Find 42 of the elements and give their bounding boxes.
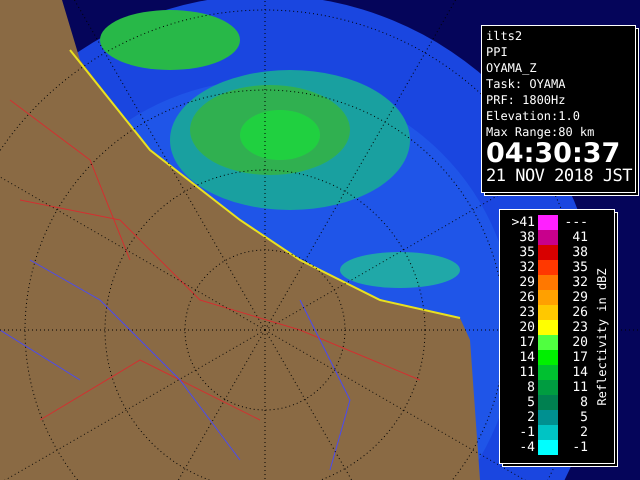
- legend-high-value: 5: [579, 410, 589, 425]
- info-line: Elevation:1.0: [486, 108, 581, 124]
- legend-high-value: 23: [571, 320, 589, 335]
- legend-low-value: 14: [518, 350, 536, 365]
- legend-low-value: 2: [526, 410, 536, 425]
- legend-high-value: 32: [571, 275, 589, 290]
- legend-low-value: 38: [518, 230, 536, 245]
- legend-high-value: -1: [571, 440, 589, 455]
- legend-high-value: 8: [579, 395, 589, 410]
- legend-high-value: 41: [571, 230, 589, 245]
- legend-high-value: 2: [579, 425, 589, 440]
- info-line: OYAMA_Z: [486, 60, 538, 76]
- legend-low-value: 8: [526, 380, 536, 395]
- info-line: PPI: [486, 44, 509, 60]
- legend-low-value: 20: [518, 320, 536, 335]
- legend-high-value: 29: [571, 290, 589, 305]
- legend-low-value: 23: [518, 305, 536, 320]
- legend-high-value: 17: [571, 350, 589, 365]
- legend-high-value: 26: [571, 305, 589, 320]
- legend-low-value: 17: [518, 335, 536, 350]
- info-line: PRF: 1800Hz: [486, 92, 566, 108]
- legend-low-value: -1: [518, 425, 536, 440]
- legend-high-value: 20: [571, 335, 589, 350]
- info-line: Task: OYAMA: [486, 76, 566, 92]
- legend-low-value: 32: [518, 260, 536, 275]
- legend-high-value: 38: [571, 245, 589, 260]
- legend-low-value: -4: [518, 440, 536, 455]
- info-line: ilts2: [486, 28, 524, 44]
- legend-low-value: 26: [518, 290, 536, 305]
- legend-low-value: 5: [526, 395, 536, 410]
- legend-title: Reflectivity in dBZ: [595, 268, 609, 406]
- info-line: Max Range:80 km: [486, 124, 596, 140]
- legend-low-value: 35: [518, 245, 536, 260]
- legend-high-value: 11: [571, 380, 589, 395]
- legend-high-value: 35: [571, 260, 589, 275]
- legend-high-value: ---: [564, 215, 589, 230]
- legend-high-value: 14: [571, 365, 589, 380]
- time-readout: 04:30:37: [486, 140, 620, 167]
- legend-low-value: 11: [518, 365, 536, 380]
- legend-low-value: >41: [510, 215, 536, 230]
- date-readout: 21 NOV 2018 JST: [486, 167, 631, 186]
- legend-low-value: 29: [518, 275, 536, 290]
